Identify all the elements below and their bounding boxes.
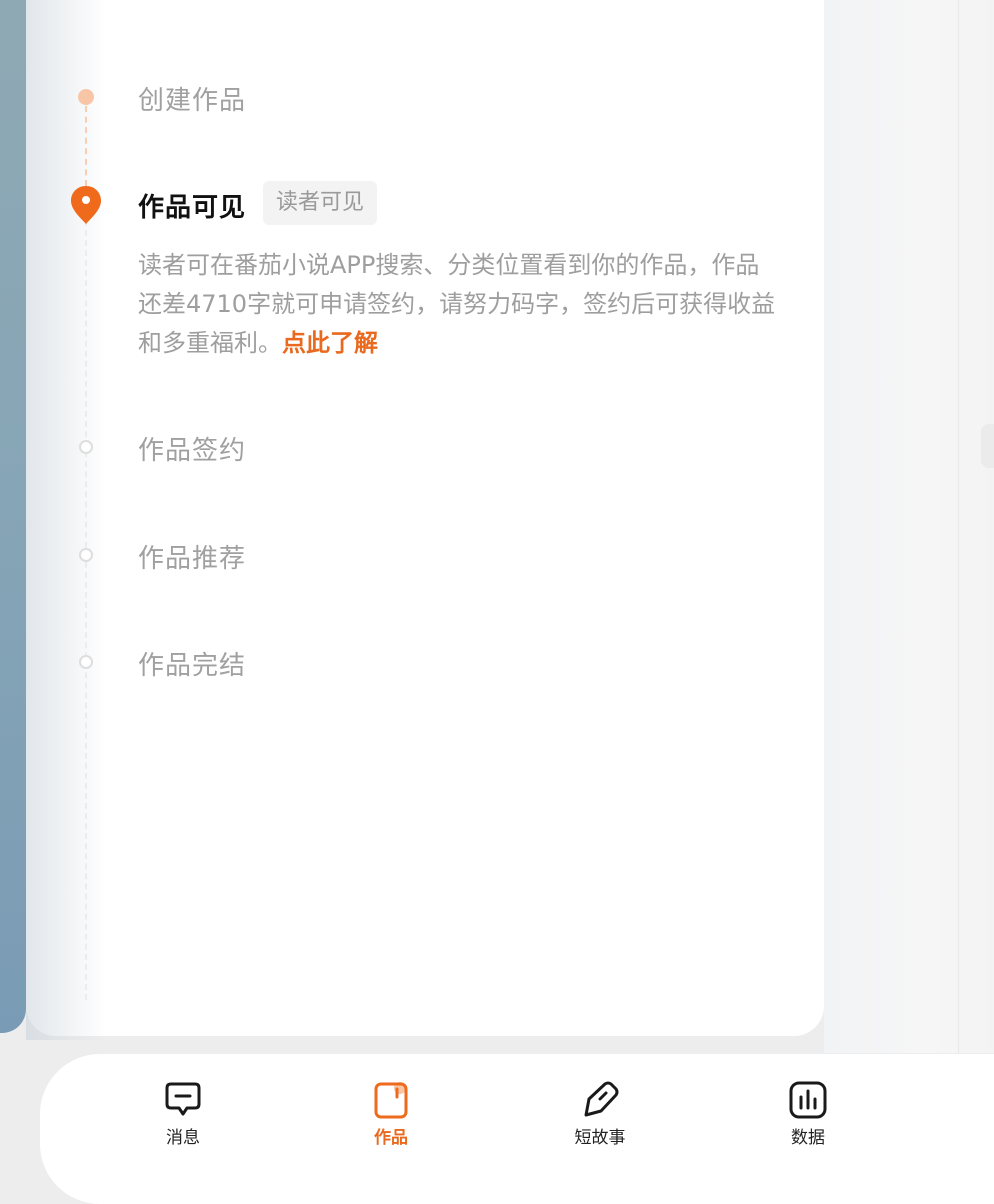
step-label-recommend: 作品推荐 <box>138 544 247 574</box>
progress-card <box>26 0 824 1036</box>
message-icon <box>165 1082 201 1116</box>
nav-item-short-stories[interactable]: 短故事 <box>555 1080 645 1150</box>
timeline-rail-completed <box>85 106 87 186</box>
right-panel-edge <box>958 0 959 1053</box>
step-label-sign: 作品签约 <box>138 436 247 466</box>
step-label-visible: 作品可见 <box>138 193 247 223</box>
learn-more-link[interactable]: 点此了解 <box>282 329 378 357</box>
nav-label-data: 数据 <box>791 1128 825 1148</box>
step-pending-dot <box>79 655 93 669</box>
nav-item-works[interactable]: 作品 <box>346 1080 436 1150</box>
nav-label-works: 作品 <box>374 1128 408 1148</box>
timeline-rail <box>85 220 87 1000</box>
nav-item-data[interactable]: 数据 <box>763 1080 853 1150</box>
location-pin-icon <box>71 186 101 224</box>
step-description: 读者可在番茄小说APP搜索、分类位置看到你的作品，作品还差4710字就可申请签约… <box>138 246 778 363</box>
nav-item-messages[interactable]: 消息 <box>138 1080 228 1150</box>
left-panel-shadow <box>26 0 106 1040</box>
right-side-panel <box>824 0 994 1053</box>
step-pending-dot <box>79 548 93 562</box>
status-badge: 读者可见 <box>263 181 378 225</box>
step-label-create: 创建作品 <box>138 86 247 116</box>
step-pending-dot <box>79 440 93 454</box>
nav-label-short-stories: 短故事 <box>574 1128 626 1148</box>
left-side-panel <box>0 0 26 1033</box>
works-icon <box>374 1082 408 1119</box>
step-description-text: 读者可在番茄小说APP搜索、分类位置看到你的作品，作品还差4710字就可申请签约… <box>138 251 776 357</box>
step-label-complete: 作品完结 <box>138 651 247 681</box>
pen-icon <box>584 1081 619 1117</box>
nav-label-messages: 消息 <box>166 1128 200 1148</box>
chart-icon <box>789 1081 827 1119</box>
right-panel-handle[interactable] <box>981 424 994 468</box>
step-done-dot <box>78 89 94 105</box>
